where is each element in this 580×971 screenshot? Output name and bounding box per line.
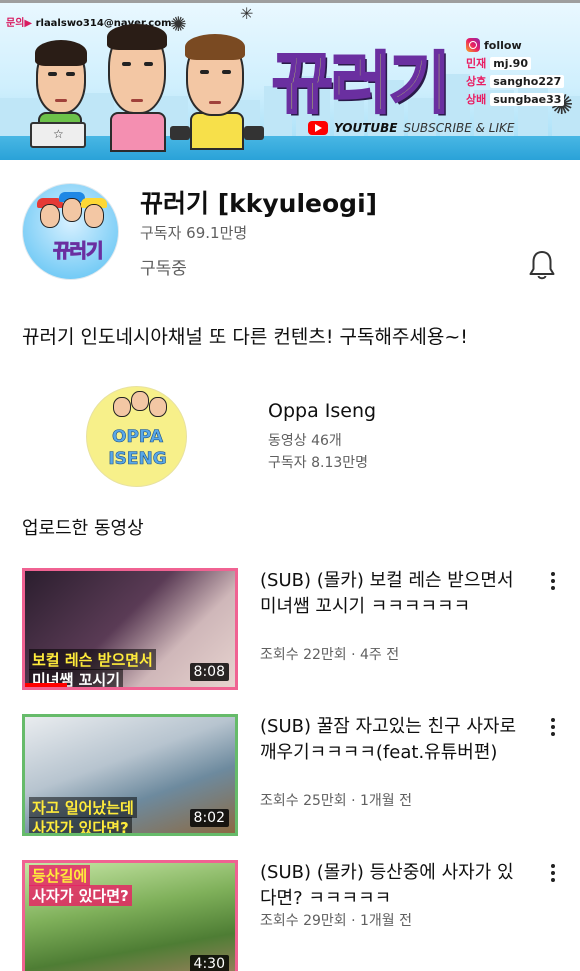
handle-row: 상배 sungbae33 [466, 90, 565, 108]
video-meta: 조회수 25만회 · 1개월 전 [260, 793, 413, 809]
video-duration: 8:02 [189, 809, 229, 827]
video-thumbnail[interactable]: 등산길에 사자가 있다면? 4:30 [22, 860, 238, 971]
firework-icon: ✳ [240, 4, 254, 23]
more-options-icon[interactable] [547, 718, 559, 738]
subscribed-button[interactable]: 구독중 [140, 254, 187, 279]
video-duration: 4:30 [189, 955, 229, 971]
video-list-item[interactable]: 보컬 레슨 받으면서 미녀쌤 꼬시기 8:08 (SUB) (몰카) 보컬 레슨… [0, 568, 580, 692]
video-list-item[interactable]: 자고 일어났는데 사자가 있다면? 8:02 (SUB) 꿀잠 자고있는 친구 … [0, 714, 580, 838]
handle-tag: 민재 [466, 57, 487, 70]
avatar-logo-text: 뀨러기 [52, 240, 103, 263]
video-title[interactable]: (SUB) (몰카) 등산중에 사자가 있다면? ㅋㅋㅋㅋㅋ [260, 860, 530, 912]
banner-youtube-subscribe: YOUTUBE SUBSCRIBE & LIKE [308, 121, 514, 135]
handle-value: mj.90 [490, 56, 531, 70]
handle-tag: 상배 [466, 93, 487, 106]
handle-value: sangho227 [490, 74, 565, 88]
instagram-icon [466, 38, 480, 52]
youtube-logo-icon [308, 121, 328, 135]
featured-channel-name[interactable]: Oppa Iseng [268, 400, 376, 422]
video-list-item[interactable]: 등산길에 사자가 있다면? 4:30 (SUB) (몰카) 등산중에 사자가 있… [0, 860, 580, 971]
channel-banner: 문의▶ rlaalswo314@naver.com ✺ ✳ ✺ 뀨러기 foll… [0, 0, 580, 160]
watch-progress-bar [25, 683, 67, 687]
member-face-caricature [185, 34, 245, 116]
instagram-follow-label: follow [484, 38, 522, 52]
featured-channel-subscribers: 구독자 8.13만명 [268, 455, 369, 471]
thumbnail-caption-bottom: 사자가 있다면? [29, 817, 132, 833]
thumbnail-caption-top: 등산길에 [29, 865, 91, 886]
subscriber-count: 구독자 69.1만명 [140, 224, 248, 242]
video-duration: 8:08 [189, 663, 229, 681]
video-title[interactable]: (SUB) (몰카) 보컬 레슨 받으면서 미녀쌤 꼬시기 ㅋㅋㅋㅋㅋㅋ [260, 568, 530, 620]
banner-top-divider [0, 0, 580, 3]
channel-name: 뀨러기 [kkyuleogi] [140, 189, 378, 218]
thumbnail-caption-top: 자고 일어났는데 [29, 797, 137, 818]
notification-bell-icon[interactable] [528, 249, 556, 281]
subscribe-like-text: SUBSCRIBE & LIKE [403, 121, 515, 135]
video-thumbnail[interactable]: 보컬 레슨 받으면서 미녀쌤 꼬시기 8:08 [22, 568, 238, 690]
featured-channel-video-count: 동영상 46개 [268, 433, 342, 449]
contact-label: 문의▶ [6, 18, 33, 29]
member-face-caricature [35, 40, 87, 114]
youtube-word: YOUTUBE [334, 121, 398, 135]
firework-icon: ✺ [170, 12, 187, 36]
laptop-icon [30, 122, 86, 148]
member-face-caricature [107, 24, 167, 114]
video-meta: 조회수 29만회 · 1개월 전 [260, 913, 413, 929]
featured-channel-avatar[interactable]: OPPA ISENG [86, 386, 187, 487]
thumbnail-caption-top: 보컬 레슨 받으면서 [29, 649, 156, 670]
featured-avatar-text-line1: OPPA [112, 427, 164, 448]
person-body-pink [110, 112, 166, 152]
dumbbell-icon [244, 126, 264, 140]
channel-description: 뀨러기 인도네시아채널 또 다른 컨텐츠! 구독해주세용~! [22, 326, 468, 348]
handle-tag: 상호 [466, 75, 487, 88]
person-body-yellow [190, 112, 244, 150]
uploads-section-title: 업로드한 동영상 [22, 518, 144, 539]
channel-avatar[interactable]: 뀨러기 [22, 183, 119, 280]
handle-row: 상호 sangho227 [466, 72, 565, 90]
featured-avatar-text-line2: ISENG [108, 449, 167, 470]
video-meta: 조회수 22만회 · 4주 전 [260, 647, 400, 663]
more-options-icon[interactable] [547, 864, 559, 884]
banner-logo: 뀨러기 [270, 44, 451, 124]
dumbbell-icon [170, 126, 190, 140]
social-handles: follow 민재 mj.90 상호 sangho227 상배 sungbae3… [466, 36, 565, 108]
more-options-icon[interactable] [547, 572, 559, 592]
video-title[interactable]: (SUB) 꿀잠 자고있는 친구 사자로 깨우기ㅋㅋㅋㅋ(feat.유튜버편) [260, 714, 530, 766]
banner-ground-strip [0, 136, 580, 160]
thumbnail-caption-bottom: 사자가 있다면? [29, 885, 132, 906]
handle-value: sungbae33 [490, 92, 565, 106]
video-thumbnail[interactable]: 자고 일어났는데 사자가 있다면? 8:02 [22, 714, 238, 836]
handle-row: 민재 mj.90 [466, 54, 564, 72]
